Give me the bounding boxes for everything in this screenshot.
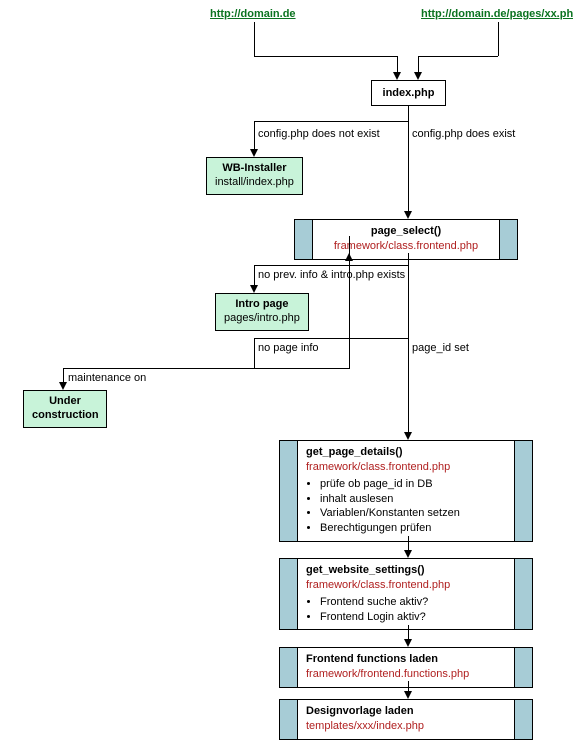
edge [408, 253, 409, 265]
label-maintenance: maintenance on [68, 372, 146, 384]
edge [254, 265, 409, 266]
intro-page-title: Intro page [224, 298, 300, 312]
proc-side [280, 648, 298, 687]
edge [397, 56, 398, 72]
list-item: Frontend suche aktiv? [320, 595, 506, 610]
arrow [404, 691, 412, 699]
arrow [393, 72, 401, 80]
list-item: Berechtigungen prüfen [320, 521, 506, 536]
edge [418, 56, 419, 72]
edge [408, 681, 409, 691]
entry-url-right[interactable]: http://domain.de/pages/xx.php [421, 8, 573, 20]
wb-installer: WB-Installer install/index.php [206, 157, 303, 194]
get-website-settings-items: Frontend suche aktiv? Frontend Login akt… [306, 595, 506, 625]
label-config-not-exist: config.php does not exist [258, 128, 380, 140]
proc-side [499, 220, 517, 259]
index-php-label: index.php [383, 87, 435, 99]
wb-installer-title: WB-Installer [215, 162, 294, 176]
edge [408, 121, 409, 211]
arrow [250, 285, 258, 293]
arrow [404, 432, 412, 440]
intro-page: Intro page pages/intro.php [215, 293, 309, 330]
list-item: Frontend Login aktiv? [320, 610, 506, 625]
design-template-path: templates/xxx/index.php [306, 719, 506, 734]
get-website-settings-path: framework/class.frontend.php [306, 578, 506, 593]
intro-page-path: pages/intro.php [224, 312, 300, 326]
edge [254, 56, 397, 57]
list-item: prüfe ob page_id in DB [320, 477, 506, 492]
frontend-functions-title: Frontend functions laden [306, 652, 506, 667]
edge [254, 121, 409, 122]
edge [408, 265, 409, 338]
edge [418, 56, 498, 57]
edge [63, 368, 350, 369]
label-config-exist: config.php does exist [412, 128, 515, 140]
get-page-details: get_page_details() framework/class.front… [279, 440, 533, 542]
frontend-functions-path: framework/frontend.functions.php [306, 667, 506, 682]
under-construction: Under construction [23, 390, 107, 427]
page-select-path: framework/class.frontend.php [321, 239, 491, 254]
proc-side [280, 559, 298, 629]
label-no-page-info: no page info [258, 342, 319, 354]
list-item: inhalt auslesen [320, 492, 506, 507]
get-page-details-items: prüfe ob page_id in DB inhalt auslesen V… [306, 477, 506, 536]
wb-installer-path: install/index.php [215, 176, 294, 190]
arrow [414, 72, 422, 80]
under-construction-title: Under construction [32, 395, 98, 423]
arrow [250, 149, 258, 157]
edge [254, 338, 409, 339]
entry-url-left[interactable]: http://domain.de [210, 8, 296, 20]
label-page-id-set: page_id set [412, 342, 469, 354]
get-website-settings-title: get_website_settings() [306, 563, 506, 578]
edge [408, 338, 409, 432]
edge [408, 536, 409, 550]
get-page-details-path: framework/class.frontend.php [306, 460, 506, 475]
arrow [404, 550, 412, 558]
proc-side [514, 648, 532, 687]
edge [254, 265, 255, 285]
proc-side [280, 700, 298, 739]
proc-side [514, 559, 532, 629]
proc-side [295, 220, 313, 259]
list-item: Variablen/Konstanten setzen [320, 506, 506, 521]
frontend-functions: Frontend functions laden framework/front… [279, 647, 533, 688]
get-page-details-title: get_page_details() [306, 445, 506, 460]
design-template-title: Designvorlage laden [306, 704, 506, 719]
design-template: Designvorlage laden templates/xxx/index.… [279, 699, 533, 740]
edge [254, 338, 255, 368]
edge [254, 22, 255, 56]
edge [63, 368, 64, 382]
edge [498, 22, 499, 56]
page-select-title: page_select() [321, 224, 491, 239]
arrow [404, 639, 412, 647]
proc-side [514, 441, 532, 541]
label-no-prev-info: no prev. info & intro.php exists [258, 269, 405, 281]
edge [254, 121, 255, 149]
edge [408, 625, 409, 639]
index-php: index.php [371, 80, 446, 106]
arrow [404, 211, 412, 219]
arrow [345, 253, 353, 261]
proc-side [280, 441, 298, 541]
page-select: page_select() framework/class.frontend.p… [294, 219, 518, 260]
arrow [59, 382, 67, 390]
proc-side [514, 700, 532, 739]
edge [408, 105, 409, 121]
get-website-settings: get_website_settings() framework/class.f… [279, 558, 533, 630]
